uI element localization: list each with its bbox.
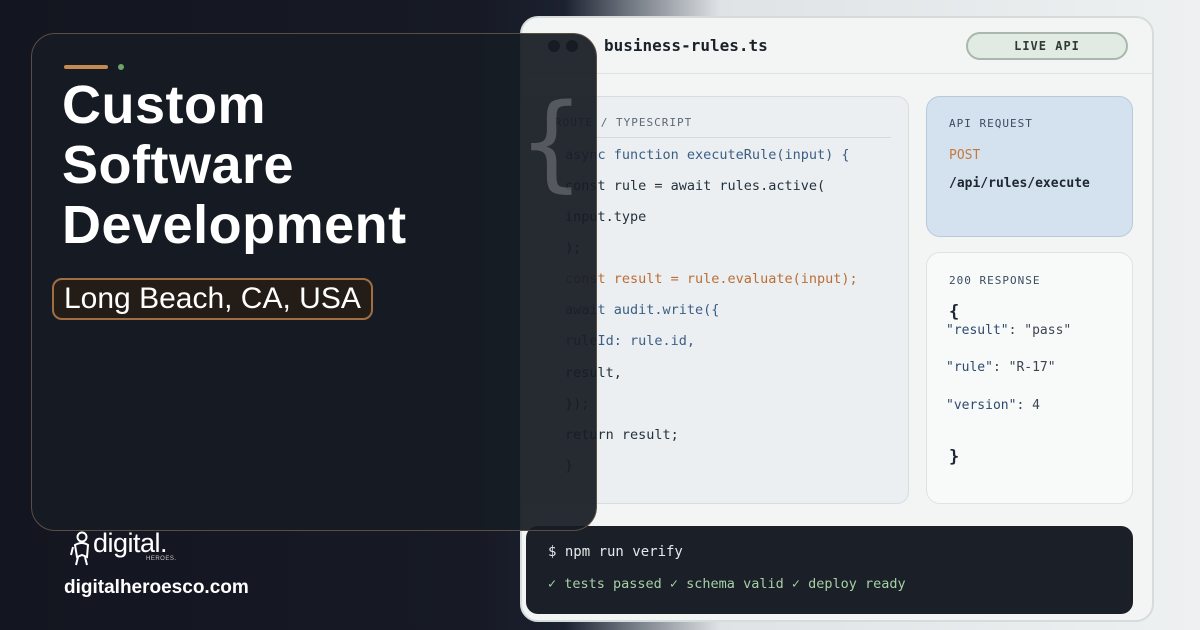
code-line: const rule = await rules.active(: [565, 178, 826, 194]
response-status-label: 200 RESPONSE: [949, 274, 1041, 287]
api-response-card: 200 RESPONSE { "result": "pass" "rule": …: [926, 252, 1133, 504]
website-url[interactable]: digitalheroesco.com: [64, 577, 249, 599]
json-field: "version": 4: [946, 398, 1040, 413]
brand-logo-subtext: HEROES.: [146, 556, 177, 562]
accent-dot: [118, 64, 124, 70]
api-request-card: API REQUEST POST /api/rules/execute: [926, 96, 1133, 237]
code-line: async function executeRule(input) {: [565, 147, 850, 163]
json-value: "pass": [1024, 323, 1072, 338]
headline-line: Software: [62, 135, 295, 195]
api-request-label: API REQUEST: [949, 117, 1033, 130]
api-endpoint: /api/rules/execute: [949, 176, 1090, 191]
code-line: const result = rule.evaluate(input);: [565, 271, 858, 287]
http-method: POST: [949, 148, 981, 163]
terminal-status: ✓ tests passed ✓ schema valid ✓ deploy r…: [548, 576, 906, 592]
json-key: "version": [946, 398, 1017, 413]
json-value: "R-17": [1008, 360, 1056, 375]
terminal-panel: $ npm run verify ✓ tests passed ✓ schema…: [526, 526, 1133, 614]
accent-bar: [64, 65, 108, 69]
headline-line: Custom: [62, 75, 266, 135]
file-name: business-rules.ts: [604, 36, 768, 55]
curly-brace-decoration: {: [520, 81, 583, 203]
location-badge: Long Beach, CA, USA: [52, 278, 373, 320]
json-close-brace: }: [949, 447, 960, 467]
json-key: "result": [946, 323, 1009, 338]
headline-line: Development: [62, 195, 407, 255]
brand-logo-text: digital.: [93, 528, 168, 558]
json-open-brace: {: [949, 302, 960, 322]
json-key: "rule": [946, 360, 993, 375]
hero-figure-icon: [70, 531, 90, 566]
live-api-badge: LIVE API: [966, 32, 1128, 60]
terminal-command: $ npm run verify: [548, 544, 683, 560]
json-value: 4: [1032, 398, 1040, 413]
code-panel-header: ROUTE / TYPESCRIPT: [555, 116, 891, 138]
json-field: "result": "pass": [946, 323, 1072, 338]
window-titlebar: business-rules.ts LIVE API: [522, 18, 1152, 74]
json-field: "rule": "R-17": [946, 360, 1056, 375]
